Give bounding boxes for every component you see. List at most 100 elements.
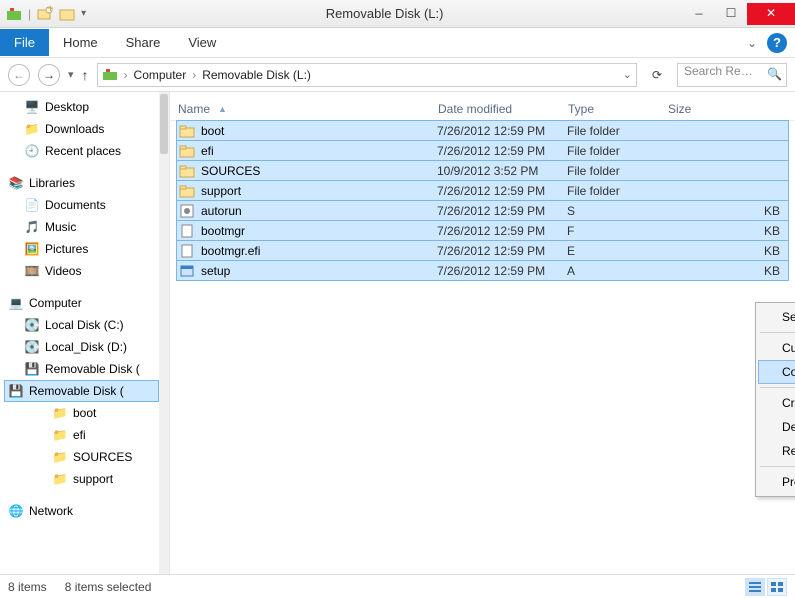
view-icons-button[interactable]	[767, 578, 787, 596]
tab-home[interactable]: Home	[49, 29, 112, 56]
file-name: bootmgr.efi	[201, 244, 260, 258]
file-icon	[179, 243, 195, 259]
title-bar: | + ▾ Removable Disk (L:) — ☐ ✕	[0, 0, 795, 28]
file-name: SOURCES	[201, 164, 260, 178]
menu-delete[interactable]: Delete	[758, 415, 795, 439]
nav-network[interactable]: 🌐Network	[4, 500, 159, 522]
folder-icon	[179, 163, 195, 179]
col-size[interactable]: Size	[668, 98, 787, 120]
folder-icon	[179, 183, 195, 199]
minimize-button[interactable]: —	[683, 3, 715, 25]
help-button[interactable]: ?	[767, 33, 787, 53]
nav-downloads[interactable]: 📁Downloads	[4, 118, 159, 140]
file-date: 10/9/2012 3:52 PM	[437, 164, 567, 178]
nav-removable-2[interactable]: 💾Removable Disk (	[4, 380, 159, 402]
maximize-button[interactable]: ☐	[715, 3, 747, 25]
drive-icon: 💽	[24, 339, 40, 355]
menu-properties[interactable]: Properties	[758, 470, 795, 494]
menu-separator	[760, 332, 795, 333]
nav-folder-efi[interactable]: 📁efi	[4, 424, 159, 446]
tab-view[interactable]: View	[174, 29, 230, 56]
up-button[interactable]: ↑	[82, 67, 89, 83]
nav-recent[interactable]: 🕘Recent places	[4, 140, 159, 162]
nav-removable-1[interactable]: 💾Removable Disk (	[4, 358, 159, 380]
file-type: File folder	[567, 184, 667, 198]
refresh-button[interactable]: ⟳	[645, 68, 669, 82]
close-button[interactable]: ✕	[747, 3, 795, 25]
breadcrumb[interactable]: › Computer › Removable Disk (L:) ⌄	[97, 63, 637, 87]
file-type: File folder	[567, 164, 667, 178]
file-row[interactable]: bootmgr.efi7/26/2012 12:59 PMEKB	[176, 240, 789, 261]
menu-create-shortcut[interactable]: Create shortcut	[758, 391, 795, 415]
nav-scrollbar[interactable]	[159, 92, 169, 574]
app-icon	[6, 6, 22, 22]
file-name: support	[201, 184, 241, 198]
file-row[interactable]: efi7/26/2012 12:59 PMFile folder	[176, 140, 789, 161]
removable-icon: 💾	[8, 383, 24, 399]
nav-desktop[interactable]: 🖥️Desktop	[4, 96, 159, 118]
file-date: 7/26/2012 12:59 PM	[437, 244, 567, 258]
file-row[interactable]: autorun7/26/2012 12:59 PMSKB	[176, 200, 789, 221]
nav-music[interactable]: 🎵Music	[4, 216, 159, 238]
nav-folder-sources[interactable]: 📁SOURCES	[4, 446, 159, 468]
menu-rename[interactable]: Rename	[758, 439, 795, 463]
breadcrumb-current[interactable]: Removable Disk (L:)	[202, 68, 311, 82]
file-row[interactable]: setup7/26/2012 12:59 PMAKB	[176, 260, 789, 281]
search-input[interactable]: Search Re… 🔍	[677, 63, 787, 87]
new-folder-icon[interactable]: +	[37, 6, 53, 22]
nav-documents[interactable]: 📄Documents	[4, 194, 159, 216]
nav-local-disk-c[interactable]: 💽Local Disk (C:)	[4, 314, 159, 336]
nav-folder-boot[interactable]: 📁boot	[4, 402, 159, 424]
nav-videos[interactable]: 🎞️Videos	[4, 260, 159, 282]
address-dropdown-icon[interactable]: ⌄	[623, 68, 632, 81]
file-name: boot	[201, 124, 224, 138]
column-headers: Name▲ Date modified Type Size	[170, 92, 795, 121]
window-title: Removable Disk (L:)	[86, 6, 683, 21]
view-details-button[interactable]	[745, 578, 765, 596]
exe-icon	[179, 263, 195, 279]
file-row[interactable]: bootmgr7/26/2012 12:59 PMFKB	[176, 220, 789, 241]
tab-file[interactable]: File	[0, 29, 49, 56]
col-type[interactable]: Type	[568, 98, 668, 120]
nav-local-disk-d[interactable]: 💽Local_Disk (D:)	[4, 336, 159, 358]
forward-button[interactable]: →	[38, 64, 60, 86]
menu-copy[interactable]: Copy	[758, 360, 795, 384]
file-type: A	[567, 264, 667, 278]
file-date: 7/26/2012 12:59 PM	[437, 264, 567, 278]
context-menu: Send to▶ Cut Copy Create shortcut Delete…	[755, 302, 795, 497]
explorer-icon[interactable]	[59, 6, 75, 22]
back-button[interactable]: ←	[8, 64, 30, 86]
nav-folder-support[interactable]: 📁support	[4, 468, 159, 490]
drive-icon: 💽	[24, 317, 40, 333]
tab-share[interactable]: Share	[112, 29, 175, 56]
history-dropdown-icon[interactable]: ▾	[68, 68, 74, 81]
file-date: 7/26/2012 12:59 PM	[437, 184, 567, 198]
file-size: KB	[667, 204, 788, 218]
file-row[interactable]: support 7/26/2012 12:59 PMFile folder	[176, 180, 789, 201]
folder-icon: 📁	[52, 471, 68, 487]
breadcrumb-computer[interactable]: Computer	[134, 68, 187, 82]
ribbon-expand-icon[interactable]: ⌄	[747, 36, 757, 50]
file-size: KB	[667, 264, 788, 278]
file-type: F	[567, 224, 667, 238]
sort-asc-icon: ▲	[218, 104, 227, 114]
folder-icon: 📁	[52, 405, 68, 421]
nav-libraries[interactable]: 📚Libraries	[4, 172, 159, 194]
file-row[interactable]: boot7/26/2012 12:59 PMFile folder	[176, 120, 789, 141]
removable-icon: 💾	[24, 361, 40, 377]
col-name[interactable]: Name▲	[178, 98, 438, 120]
ribbon: File Home Share View ⌄ ?	[0, 28, 795, 58]
file-name: efi	[201, 144, 214, 158]
file-row[interactable]: SOURCES 10/9/2012 3:52 PMFile folder	[176, 160, 789, 181]
menu-send-to[interactable]: Send to▶	[758, 305, 795, 329]
chevron-right-icon[interactable]: ›	[124, 68, 128, 82]
folder-icon: 📁	[52, 427, 68, 443]
address-bar: ← → ▾ ↑ › Computer › Removable Disk (L:)…	[0, 58, 795, 92]
menu-cut[interactable]: Cut	[758, 336, 795, 360]
folder-icon: 📁	[52, 449, 68, 465]
chevron-right-icon[interactable]: ›	[192, 68, 196, 82]
nav-computer[interactable]: 💻Computer	[4, 292, 159, 314]
col-date[interactable]: Date modified	[438, 98, 568, 120]
desktop-icon: 🖥️	[24, 99, 40, 115]
nav-pictures[interactable]: 🖼️Pictures	[4, 238, 159, 260]
